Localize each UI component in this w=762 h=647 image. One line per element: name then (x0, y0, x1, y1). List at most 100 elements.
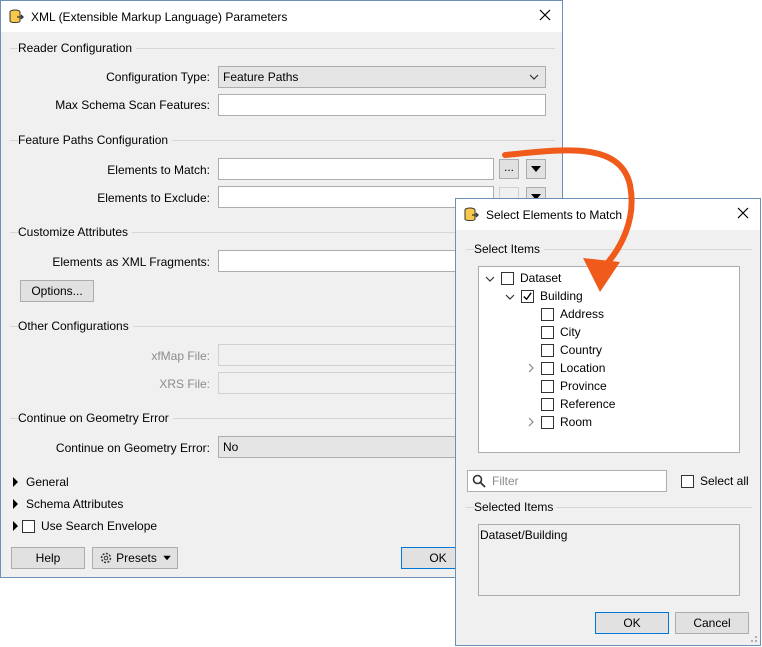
search-envelope-label: Use Search Envelope (41, 519, 158, 533)
customize-attributes-label: Customize Attributes (18, 225, 133, 239)
max-schema-scan-input[interactable] (218, 94, 546, 116)
elements-to-match-label: Elements to Match: (107, 163, 210, 177)
xfmap-file-label: xfMap File: (151, 349, 210, 363)
other-configurations-label: Other Configurations (18, 319, 133, 333)
filter-input[interactable]: Filter (467, 470, 667, 492)
geometry-error-label: Continue on Geometry Error: (55, 441, 210, 455)
tree-item-location[interactable]: Location (523, 359, 605, 377)
tree-item-province[interactable]: Province (523, 377, 607, 395)
tree-item-label: City (560, 325, 581, 339)
tree-item-address[interactable]: Address (523, 305, 604, 323)
selected-items-value: Dataset/Building (480, 528, 568, 542)
tree-item-label: Dataset (520, 271, 562, 285)
tree-item-checkbox[interactable] (541, 397, 554, 411)
configuration-type-value: Feature Paths (223, 70, 299, 84)
fme-reader-icon (464, 207, 479, 221)
select-items-label: Select Items (474, 242, 545, 256)
select-cancel-button[interactable]: Cancel (675, 612, 749, 634)
tree-item-label: Province (560, 379, 607, 393)
configuration-type-select[interactable]: Feature Paths (218, 66, 546, 88)
presets-button[interactable]: Presets (92, 547, 178, 569)
tree-item-checkbox[interactable] (541, 307, 554, 321)
tree-item-checkbox[interactable] (541, 325, 554, 339)
selected-items-label: Selected Items (474, 500, 558, 514)
select-elements-dialog: Select Elements to Match Select Items Da… (455, 198, 761, 646)
options-button[interactable]: Options... (20, 280, 94, 302)
search-icon (472, 474, 486, 488)
elements-to-match-browse-button[interactable]: ... (499, 159, 519, 179)
max-schema-scan-label: Max Schema Scan Features: (55, 98, 210, 112)
configuration-type-label: Configuration Type: (106, 70, 210, 84)
tree-item-checkbox[interactable] (541, 415, 554, 429)
tree-item-label: Country (560, 343, 603, 357)
title-bar[interactable]: XML (Extensible Markup Language) Paramet… (1, 1, 562, 32)
expand-arrow-icon (13, 499, 18, 509)
feature-paths-label: Feature Paths Configuration (18, 133, 173, 147)
element-tree[interactable]: Dataset Building Address City Country Locatio… (478, 266, 740, 453)
selected-items-box[interactable]: Dataset/Building (478, 524, 740, 596)
select-dialog-title: Select Elements to Match (486, 207, 623, 222)
dialog-title: XML (Extensible Markup Language) Paramet… (31, 9, 288, 24)
tree-item-label: Location (560, 361, 606, 375)
fme-reader-icon (9, 9, 24, 23)
tree-item-country[interactable]: Country (523, 341, 602, 359)
search-envelope-checkbox[interactable] (22, 519, 35, 533)
chevron-down-icon[interactable] (483, 271, 497, 285)
elements-to-match-menu-button[interactable] (526, 159, 546, 179)
tree-item-label: Room (560, 415, 593, 429)
tree-item-checkbox[interactable] (541, 379, 554, 393)
elements-to-match-input[interactable] (218, 158, 494, 180)
tree-item-checkbox[interactable] (521, 289, 534, 303)
filter-placeholder: Filter (492, 474, 519, 488)
xml-fragments-label: Elements as XML Fragments: (52, 255, 210, 269)
select-all-checkbox[interactable] (681, 474, 694, 488)
elements-to-exclude-label: Elements to Exclude: (97, 191, 210, 205)
reader-configuration-label: Reader Configuration (18, 41, 137, 55)
select-title-bar[interactable]: Select Elements to Match (456, 199, 760, 230)
checkmark-icon (523, 291, 532, 300)
tree-item-label: Building (540, 289, 583, 303)
gear-icon (100, 552, 112, 564)
select-all-label: Select all (700, 474, 749, 488)
chevron-right-icon[interactable] (523, 361, 537, 375)
schema-attributes-expander[interactable]: Schema Attributes (13, 497, 123, 511)
tree-item-label: Reference (560, 397, 616, 411)
chevron-right-icon[interactable] (523, 415, 537, 429)
close-icon[interactable] (538, 8, 552, 22)
select-all-control[interactable]: Select all (681, 474, 749, 488)
geometry-error-value: No (223, 440, 239, 454)
tree-item-checkbox[interactable] (501, 271, 514, 285)
tree-item-label: Address (560, 307, 605, 321)
ellipsis-label: ... (503, 160, 514, 174)
expand-arrow-icon (13, 521, 18, 531)
resize-grip-icon[interactable] (748, 633, 758, 643)
presets-label: Presets (116, 551, 157, 565)
tree-item-checkbox[interactable] (541, 343, 554, 357)
close-icon[interactable] (736, 206, 750, 220)
general-expander[interactable]: General (13, 475, 69, 489)
xrs-file-label: XRS File: (159, 377, 210, 391)
elements-to-exclude-input[interactable] (218, 186, 494, 208)
tree-item-building[interactable]: Building (503, 287, 583, 305)
chevron-down-icon[interactable] (503, 289, 517, 303)
chevron-down-icon (529, 74, 539, 80)
select-ok-button[interactable]: OK (595, 612, 669, 634)
tree-item-checkbox[interactable] (541, 361, 554, 375)
triangle-down-icon (531, 166, 541, 172)
schema-attributes-label: Schema Attributes (26, 497, 124, 511)
expand-arrow-icon (13, 477, 18, 487)
general-label: General (26, 475, 69, 489)
triangle-down-icon (163, 555, 171, 561)
tree-item-city[interactable]: City (523, 323, 581, 341)
geometry-error-group-label: Continue on Geometry Error (18, 411, 173, 425)
help-button[interactable]: Help (11, 547, 85, 569)
tree-item-reference[interactable]: Reference (523, 395, 615, 413)
search-envelope-expander[interactable]: Use Search Envelope (13, 519, 157, 533)
tree-item-room[interactable]: Room (523, 413, 592, 431)
tree-item-dataset[interactable]: Dataset (483, 269, 561, 287)
